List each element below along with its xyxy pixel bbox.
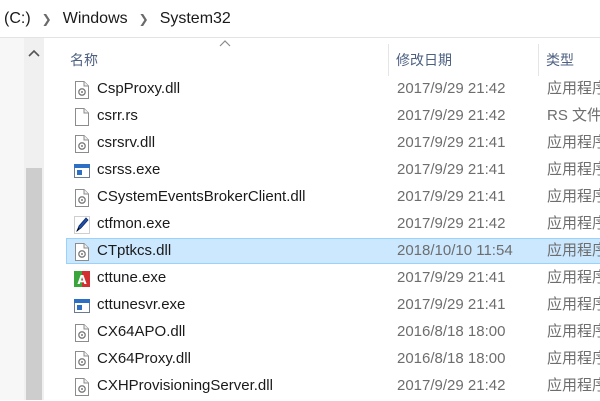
dll-file-icon: [74, 324, 90, 342]
scrollbar-thumb[interactable]: [26, 168, 42, 400]
file-date: 2017/9/29 21:41: [397, 161, 506, 178]
file-name: CSystemEventsBrokerClient.dll: [97, 188, 306, 205]
vertical-scrollbar[interactable]: [24, 38, 44, 400]
chevron-right-icon[interactable]: ❯: [42, 12, 52, 26]
file-type: 应用程序: [547, 134, 600, 151]
file-date: 2016/8/18 18:00: [397, 323, 506, 340]
file-row[interactable]: CXHProvisioningServer.dll 2017/9/29 21:42…: [66, 373, 600, 399]
file-name: CTptkcs.dll: [97, 242, 172, 259]
file-row[interactable]: CspProxy.dll 2017/9/29 21:42 应用程序: [66, 76, 600, 102]
dll-file-icon: [74, 243, 90, 261]
scroll-up-button[interactable]: [24, 38, 44, 68]
file-date: 2017/9/29 21:42: [397, 215, 506, 232]
file-date: 2017/9/29 21:42: [397, 107, 506, 124]
file-name: csrss.exe: [97, 161, 161, 178]
file-row[interactable]: csrss.exe 2017/9/29 21:41 应用程序: [66, 157, 600, 183]
file-row[interactable]: cttunesvr.exe 2017/9/29 21:41 应用程序: [66, 292, 600, 318]
file-date: 2016/8/18 18:00: [397, 350, 506, 367]
file-name: CspProxy.dll: [97, 80, 181, 97]
pen-icon: [74, 216, 90, 234]
file-type: 应用程序: [547, 161, 600, 178]
file-type: 应用程序: [547, 80, 600, 97]
chevron-up-icon: [28, 49, 40, 57]
file-type: 应用程序: [547, 188, 600, 205]
column-header-name-label: 名称: [70, 52, 98, 68]
file-row[interactable]: CX64APO.dll 2016/8/18 18:00 应用程序: [66, 319, 600, 345]
column-header-date-label: 修改日期: [396, 52, 452, 68]
chevron-right-icon[interactable]: ❯: [139, 12, 149, 26]
exe-window-icon: [74, 162, 90, 180]
file-type: 应用程序: [547, 323, 600, 340]
breadcrumb-drive-c[interactable]: (C:): [0, 10, 33, 28]
file-row[interactable]: ctfmon.exe 2017/9/29 21:42 应用程序: [66, 211, 600, 237]
column-header-type-label: 类型: [546, 52, 574, 68]
file-date: 2017/9/29 21:41: [397, 296, 506, 313]
column-divider[interactable]: [388, 44, 389, 76]
file-name: ctfmon.exe: [97, 215, 171, 232]
file-type: 应用程序: [547, 215, 600, 232]
file-row[interactable]: CX64Proxy.dll 2016/8/18 18:00 应用程序: [66, 346, 600, 372]
file-type: 应用程序: [547, 350, 600, 367]
file-date: 2018/10/10 11:54: [397, 242, 513, 259]
file-row-selected[interactable]: CTptkcs.dll 2018/10/10 11:54 应用程序: [66, 238, 600, 264]
dll-file-icon: [74, 351, 90, 369]
file-name: CXHProvisioningServer.dll: [97, 377, 273, 394]
file-type: RS 文件: [547, 107, 600, 124]
svg-text:A: A: [77, 273, 87, 287]
exe-window-icon: [74, 297, 90, 315]
file-type: 应用程序: [547, 377, 600, 394]
file-name: cttune.exe: [97, 269, 167, 286]
dll-file-icon: [74, 189, 90, 207]
blank-file-icon: [74, 108, 90, 126]
navigation-pane[interactable]: [0, 38, 25, 400]
file-row[interactable]: csrr.rs 2017/9/29 21:42 RS 文件: [66, 103, 600, 129]
file-name: csrr.rs: [97, 107, 138, 124]
file-name: cttunesvr.exe: [97, 296, 186, 313]
breadcrumb-system32[interactable]: System32: [158, 10, 233, 28]
file-type: 应用程序: [547, 296, 600, 313]
file-row[interactable]: csrsrv.dll 2017/9/29 21:41 应用程序: [66, 130, 600, 156]
breadcrumb: (C:) ❯ Windows ❯ System32: [0, 0, 600, 38]
cleartype-tuner-icon: A: [74, 270, 90, 288]
file-list: 名称 修改日期 类型 CspProxy.dll 2017/9/29 21:42 应用…: [44, 38, 600, 400]
file-date: 2017/9/29 21:41: [397, 188, 506, 205]
file-type: 应用程序: [547, 269, 600, 286]
breadcrumb-windows[interactable]: Windows: [61, 10, 130, 28]
dll-file-icon: [74, 378, 90, 396]
file-date: 2017/9/29 21:42: [397, 80, 506, 97]
file-date: 2017/9/29 21:41: [397, 134, 506, 151]
dll-file-icon: [74, 81, 90, 99]
dll-file-icon: [74, 135, 90, 153]
file-name: csrsrv.dll: [97, 134, 156, 151]
file-name: CX64Proxy.dll: [97, 350, 191, 367]
file-row[interactable]: Acttune.exe 2017/9/29 21:41 应用程序: [66, 265, 600, 291]
file-name: CX64APO.dll: [97, 323, 186, 340]
file-row[interactable]: CSystemEventsBrokerClient.dll 2017/9/29 2…: [66, 184, 600, 210]
file-date: 2017/9/29 21:41: [397, 269, 506, 286]
file-type: 应用程序: [547, 242, 600, 259]
file-date: 2017/9/29 21:42: [397, 377, 506, 394]
column-divider[interactable]: [538, 44, 539, 76]
